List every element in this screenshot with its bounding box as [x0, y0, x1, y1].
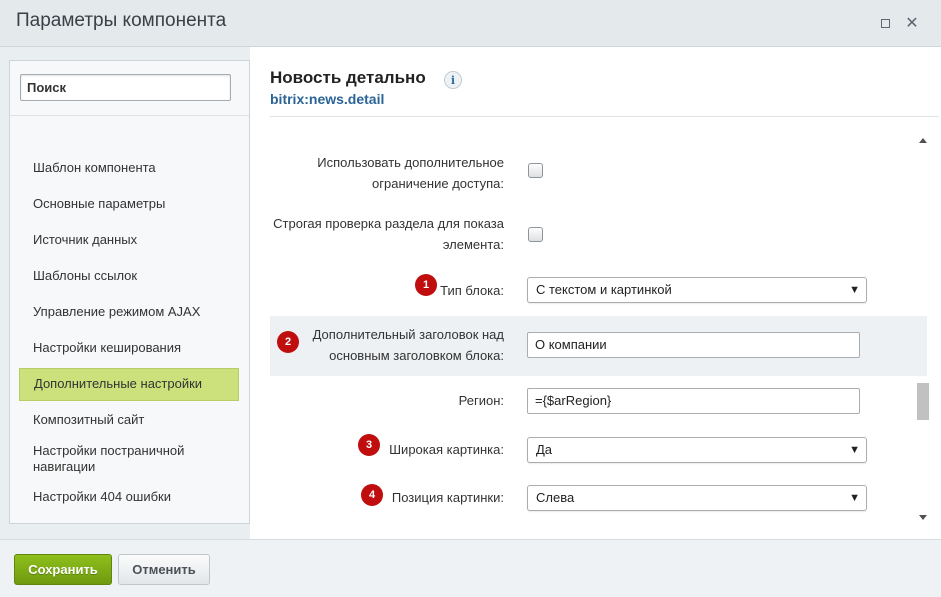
sidebar-item-404-settings[interactable]: Настройки 404 ошибки	[19, 489, 239, 505]
component-code: bitrix:news.detail	[270, 91, 385, 107]
cancel-button[interactable]: Отменить	[118, 554, 210, 585]
extra-heading-input[interactable]: О компании	[527, 332, 860, 358]
extra-access-label: Использовать дополнительное ограничение …	[317, 155, 504, 191]
save-button[interactable]: Сохранить	[14, 554, 112, 585]
params-panel: Новость детально i bitrix:news.detail Ис…	[250, 47, 941, 539]
region-input[interactable]: ={$arRegion}	[527, 388, 860, 414]
sidebar-item-additional-settings[interactable]: Дополнительные настройки	[19, 368, 239, 401]
scroll-down-icon[interactable]	[919, 515, 927, 520]
sidebar-item-url-templates[interactable]: Шаблоны ссылок	[19, 268, 239, 284]
strict-check-label: Строгая проверка раздела для показа элем…	[273, 216, 504, 252]
close-button[interactable]: ✕	[903, 14, 921, 32]
block-type-select[interactable]: С текстом и картинкой ▼	[527, 277, 867, 303]
sidebar-item-data-source[interactable]: Источник данных	[19, 232, 239, 248]
maximize-icon	[880, 18, 890, 28]
maximize-button[interactable]	[876, 14, 894, 32]
dialog-titlebar: Параметры компонента ✕	[0, 0, 941, 47]
scroll-thumb[interactable]	[917, 383, 929, 420]
header-divider	[270, 116, 939, 117]
sidebar-item-ajax-mode[interactable]: Управление режимом AJAX	[19, 304, 239, 320]
close-icon: ✕	[905, 15, 919, 32]
chevron-down-icon: ▼	[849, 444, 860, 456]
sidebar-item-cache-settings[interactable]: Настройки кеширования	[19, 340, 239, 356]
params-scrollbar[interactable]	[916, 136, 930, 522]
region-label: Регион:	[458, 393, 504, 408]
dialog-content: Шаблон компонента Основные параметры Ист…	[0, 47, 941, 539]
search-input[interactable]	[20, 74, 231, 101]
block-type-label: Тип блока:	[440, 283, 504, 298]
sidebar-item-component-template[interactable]: Шаблон компонента	[19, 160, 239, 176]
extra-heading-label: Дополнительный заголовок над основным за…	[312, 327, 504, 363]
strict-check-checkbox[interactable]	[528, 227, 543, 242]
scroll-up-icon[interactable]	[919, 138, 927, 143]
image-position-select[interactable]: Слева ▼	[527, 485, 867, 511]
extra-access-checkbox[interactable]	[528, 163, 543, 178]
chevron-down-icon: ▼	[849, 492, 860, 504]
image-position-label: Позиция картинки:	[391, 490, 504, 505]
sidebar-item-composite-site[interactable]: Композитный сайт	[19, 412, 239, 428]
sidebar-divider	[10, 115, 249, 116]
wide-image-select[interactable]: Да ▼	[527, 437, 867, 463]
dialog-footer: Сохранить Отменить	[0, 539, 941, 597]
chevron-down-icon: ▼	[849, 284, 860, 296]
sidebar-item-main-params[interactable]: Основные параметры	[19, 196, 239, 212]
wide-image-label: Широкая картинка:	[389, 442, 504, 457]
sidebar: Шаблон компонента Основные параметры Ист…	[9, 60, 250, 524]
info-icon[interactable]: i	[444, 71, 462, 89]
component-title: Новость детально	[270, 68, 426, 87]
dialog-title: Параметры компонента	[16, 10, 227, 31]
sidebar-item-pagination-settings[interactable]: Настройки постраничной навигации	[19, 443, 239, 475]
